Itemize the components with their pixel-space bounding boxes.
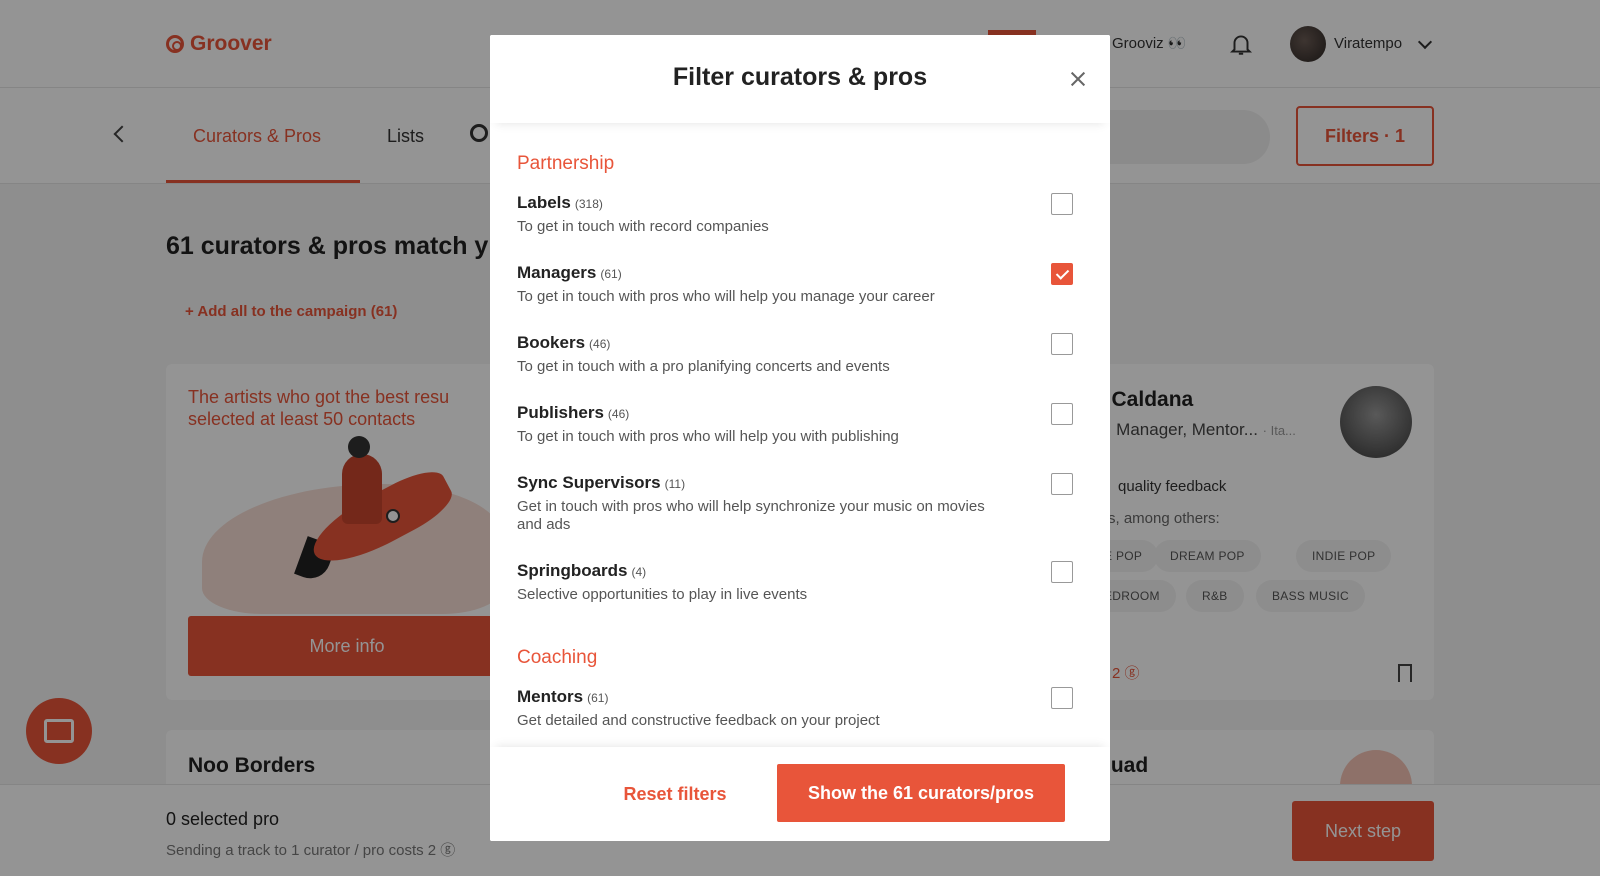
checkbox-sync-supervisors[interactable] [1051,473,1073,495]
checkbox-labels[interactable] [1051,193,1073,215]
section-title-coaching: Coaching [517,647,598,668]
option-title: Springboards (4) [517,561,1087,581]
option-title: Mentors (61) [517,687,1087,707]
option-label: Mentors [517,687,584,706]
option-count: (61) [587,691,609,705]
filter-option-publishers[interactable]: Publishers (46) To get in touch with pros… [517,403,1087,446]
option-count: (46) [607,407,630,421]
checkbox-mentors[interactable] [1051,687,1073,709]
checkbox-bookers[interactable] [1051,333,1073,355]
option-title: Bookers (46) [517,333,1087,353]
option-count: (46) [589,337,611,351]
option-label: Labels [517,193,571,212]
filter-option-springboards[interactable]: Springboards (4) Selective opportunities … [517,561,1087,604]
checkbox-springboards[interactable] [1051,561,1073,583]
filter-option-managers[interactable]: Managers (61) To get in touch with pros w… [517,263,1087,306]
option-title: Labels (318) [517,193,1087,213]
filter-option-sync-supervisors[interactable]: Sync Supervisors (11) Get in touch with p… [517,473,1087,534]
option-count: (61) [600,267,622,281]
close-icon[interactable] [1068,69,1088,89]
option-label: Publishers [517,403,604,422]
option-count: (4) [631,565,647,579]
show-results-button[interactable]: Show the 61 curators/pros [777,764,1065,822]
option-label: Bookers [517,333,586,352]
modal-header: Filter curators & pros [490,35,1110,123]
filter-option-labels[interactable]: Labels (318) To get in touch with record … [517,193,1087,236]
option-description: To get in touch with pros who will help … [517,288,935,305]
option-description: To get in touch with record companies [517,218,769,235]
filter-modal: Filter curators & pros Partnership Label… [490,35,1110,841]
option-title: Managers (61) [517,263,1087,283]
option-label: Sync Supervisors [517,473,661,492]
section-title-partnership: Partnership [517,153,615,174]
option-description: To get in touch with pros who will help … [517,428,899,445]
filter-option-mentors[interactable]: Mentors (61) Get detailed and constructiv… [517,687,1087,730]
reset-filters-button[interactable]: Reset filters [590,765,760,823]
checkbox-publishers[interactable] [1051,403,1073,425]
option-count: (318) [574,197,603,211]
modal-footer: Reset filters Show the 61 curators/pros [490,747,1110,841]
option-description: Selective opportunities to play in live … [517,586,808,603]
option-count: (11) [664,477,686,491]
modal-body[interactable]: Partnership Labels (318) To get in touch … [490,123,1110,747]
checkbox-managers[interactable] [1051,263,1073,285]
modal-title: Filter curators & pros [672,63,928,91]
option-description: Get detailed and constructive feedback o… [517,712,880,729]
option-label: Managers [517,263,597,282]
option-description: To get in touch with a pro planifying co… [517,358,890,375]
option-label: Springboards [517,561,628,580]
filter-option-bookers[interactable]: Bookers (46) To get in touch with a pro p… [517,333,1087,376]
option-title: Publishers (46) [517,403,1087,423]
option-description: Get in touch with pros who will help syn… [517,498,985,533]
option-title: Sync Supervisors (11) [517,473,1087,493]
